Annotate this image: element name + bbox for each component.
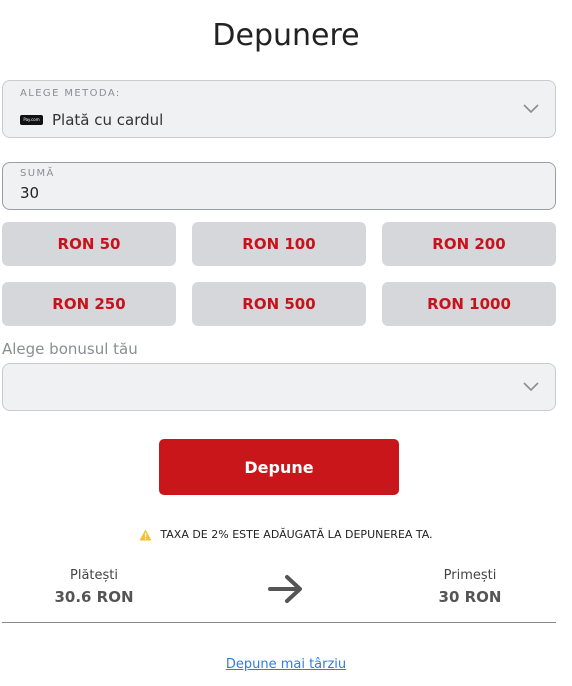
fee-notice-text: TAXA DE 2% ESTE ADĂUGATĂ LA DEPUNEREA TA… [160,528,433,541]
amount-value: 30 [20,184,40,202]
payment-method-label: ALEGE METODA: [20,88,121,99]
quick-amount-button-100[interactable]: RON 100 [192,222,366,266]
deposit-later-link[interactable]: Depune mai târziu [0,657,572,672]
arrow-right-icon [268,575,302,603]
payment-method-value: Pay.com Plată cu cardul [20,111,163,129]
quick-amount-button-250[interactable]: RON 250 [2,282,176,326]
page-title: Depunere [212,18,360,53]
payment-method-select[interactable]: ALEGE METODA: Pay.com Plată cu cardul [2,80,556,138]
receive-label: Primești [443,568,497,583]
deposit-button[interactable]: Depune [159,439,399,495]
receive-amount: 30 RON [438,588,502,606]
amount-input[interactable]: SUMĂ 30 [2,162,556,210]
warning-icon [139,529,152,540]
quick-amount-button-1000[interactable]: RON 1000 [382,282,556,326]
quick-amount-button-500[interactable]: RON 500 [192,282,366,326]
divider [2,622,556,623]
pay-label: Plătești [70,568,118,583]
bonus-label: Alege bonusul tău [2,340,138,358]
bonus-select[interactable] [2,363,556,411]
quick-amount-button-200[interactable]: RON 200 [382,222,556,266]
pay-logo-icon: Pay.com [20,115,43,125]
payment-method-text: Plată cu cardul [52,111,164,129]
pay-amount: 30.6 RON [54,588,134,606]
pay-summary: Plătești 30.6 RON [4,568,184,606]
chevron-down-icon [523,104,539,114]
chevron-down-icon [523,382,539,392]
quick-amount-button-50[interactable]: RON 50 [2,222,176,266]
receive-summary: Primești 30 RON [380,568,560,606]
fee-notice: TAXA DE 2% ESTE ADĂUGATĂ LA DEPUNEREA TA… [0,528,572,541]
amount-label: SUMĂ [20,168,55,179]
